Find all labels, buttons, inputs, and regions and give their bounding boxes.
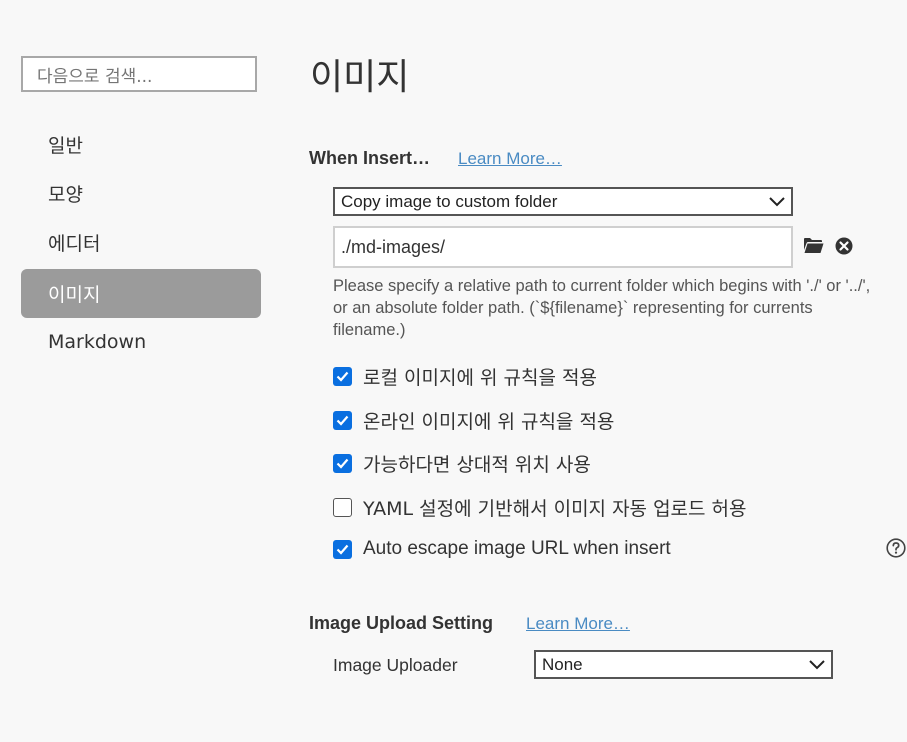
chevron-down-icon: [809, 659, 825, 669]
sidebar-item-markdown[interactable]: Markdown: [21, 317, 261, 366]
path-help-text: Please specify a relative path to curren…: [333, 277, 871, 339]
sidebar-item-appearance[interactable]: 모양: [21, 169, 261, 218]
sidebar-item-general[interactable]: 일반: [21, 120, 261, 169]
image-uploader-value: None: [542, 654, 583, 674]
clear-icon[interactable]: [835, 237, 853, 260]
page-title: 이미지: [310, 57, 410, 98]
checkbox-unchecked-icon[interactable]: [333, 498, 352, 517]
checkbox-checked-icon[interactable]: [333, 367, 352, 386]
custom-folder-path-value: ./md-images/: [341, 236, 446, 257]
option-label: YAML 설정에 기반해서 이미지 자동 업로드 허용: [363, 498, 747, 520]
image-uploader-label: Image Uploader: [333, 655, 458, 675]
when-insert-learn-more-link[interactable]: Learn More…: [458, 149, 562, 169]
option-auto-escape-url[interactable]: Auto escape image URL when insert: [333, 538, 671, 560]
option-yaml-auto-upload[interactable]: YAML 설정에 기반해서 이미지 자동 업로드 허용: [333, 494, 747, 521]
option-label: Auto escape image URL when insert: [363, 538, 671, 559]
sidebar-item-editor[interactable]: 에디터: [21, 218, 261, 267]
when-insert-heading: When Insert…: [309, 148, 431, 168]
upload-learn-more-link[interactable]: Learn More…: [526, 614, 630, 634]
checkbox-checked-icon[interactable]: [333, 454, 352, 473]
insert-action-value: Copy image to custom folder: [341, 191, 558, 211]
checkbox-checked-icon[interactable]: [333, 539, 352, 559]
option-apply-local[interactable]: 로컬 이미지에 위 규칙을 적용: [333, 363, 597, 390]
option-label: 로컬 이미지에 위 규칙을 적용: [363, 367, 597, 389]
image-uploader-select[interactable]: None: [534, 650, 833, 679]
upload-setting-heading: Image Upload Setting: [309, 613, 494, 633]
checkbox-checked-icon[interactable]: [333, 411, 352, 430]
sidebar-item-image[interactable]: 이미지: [21, 269, 261, 318]
custom-folder-path-input[interactable]: ./md-images/: [333, 226, 793, 268]
chevron-down-icon: [769, 196, 785, 206]
option-apply-online[interactable]: 온라인 이미지에 위 규칙을 적용: [333, 407, 614, 434]
insert-action-select[interactable]: Copy image to custom folder: [333, 187, 793, 216]
help-icon[interactable]: [886, 538, 906, 563]
option-label: 가능하다면 상대적 위치 사용: [363, 454, 591, 476]
option-label: 온라인 이미지에 위 규칙을 적용: [363, 411, 615, 433]
search-input[interactable]: 다음으로 검색...: [21, 56, 257, 92]
option-use-relative[interactable]: 가능하다면 상대적 위치 사용: [333, 450, 591, 477]
folder-icon[interactable]: [803, 237, 824, 259]
